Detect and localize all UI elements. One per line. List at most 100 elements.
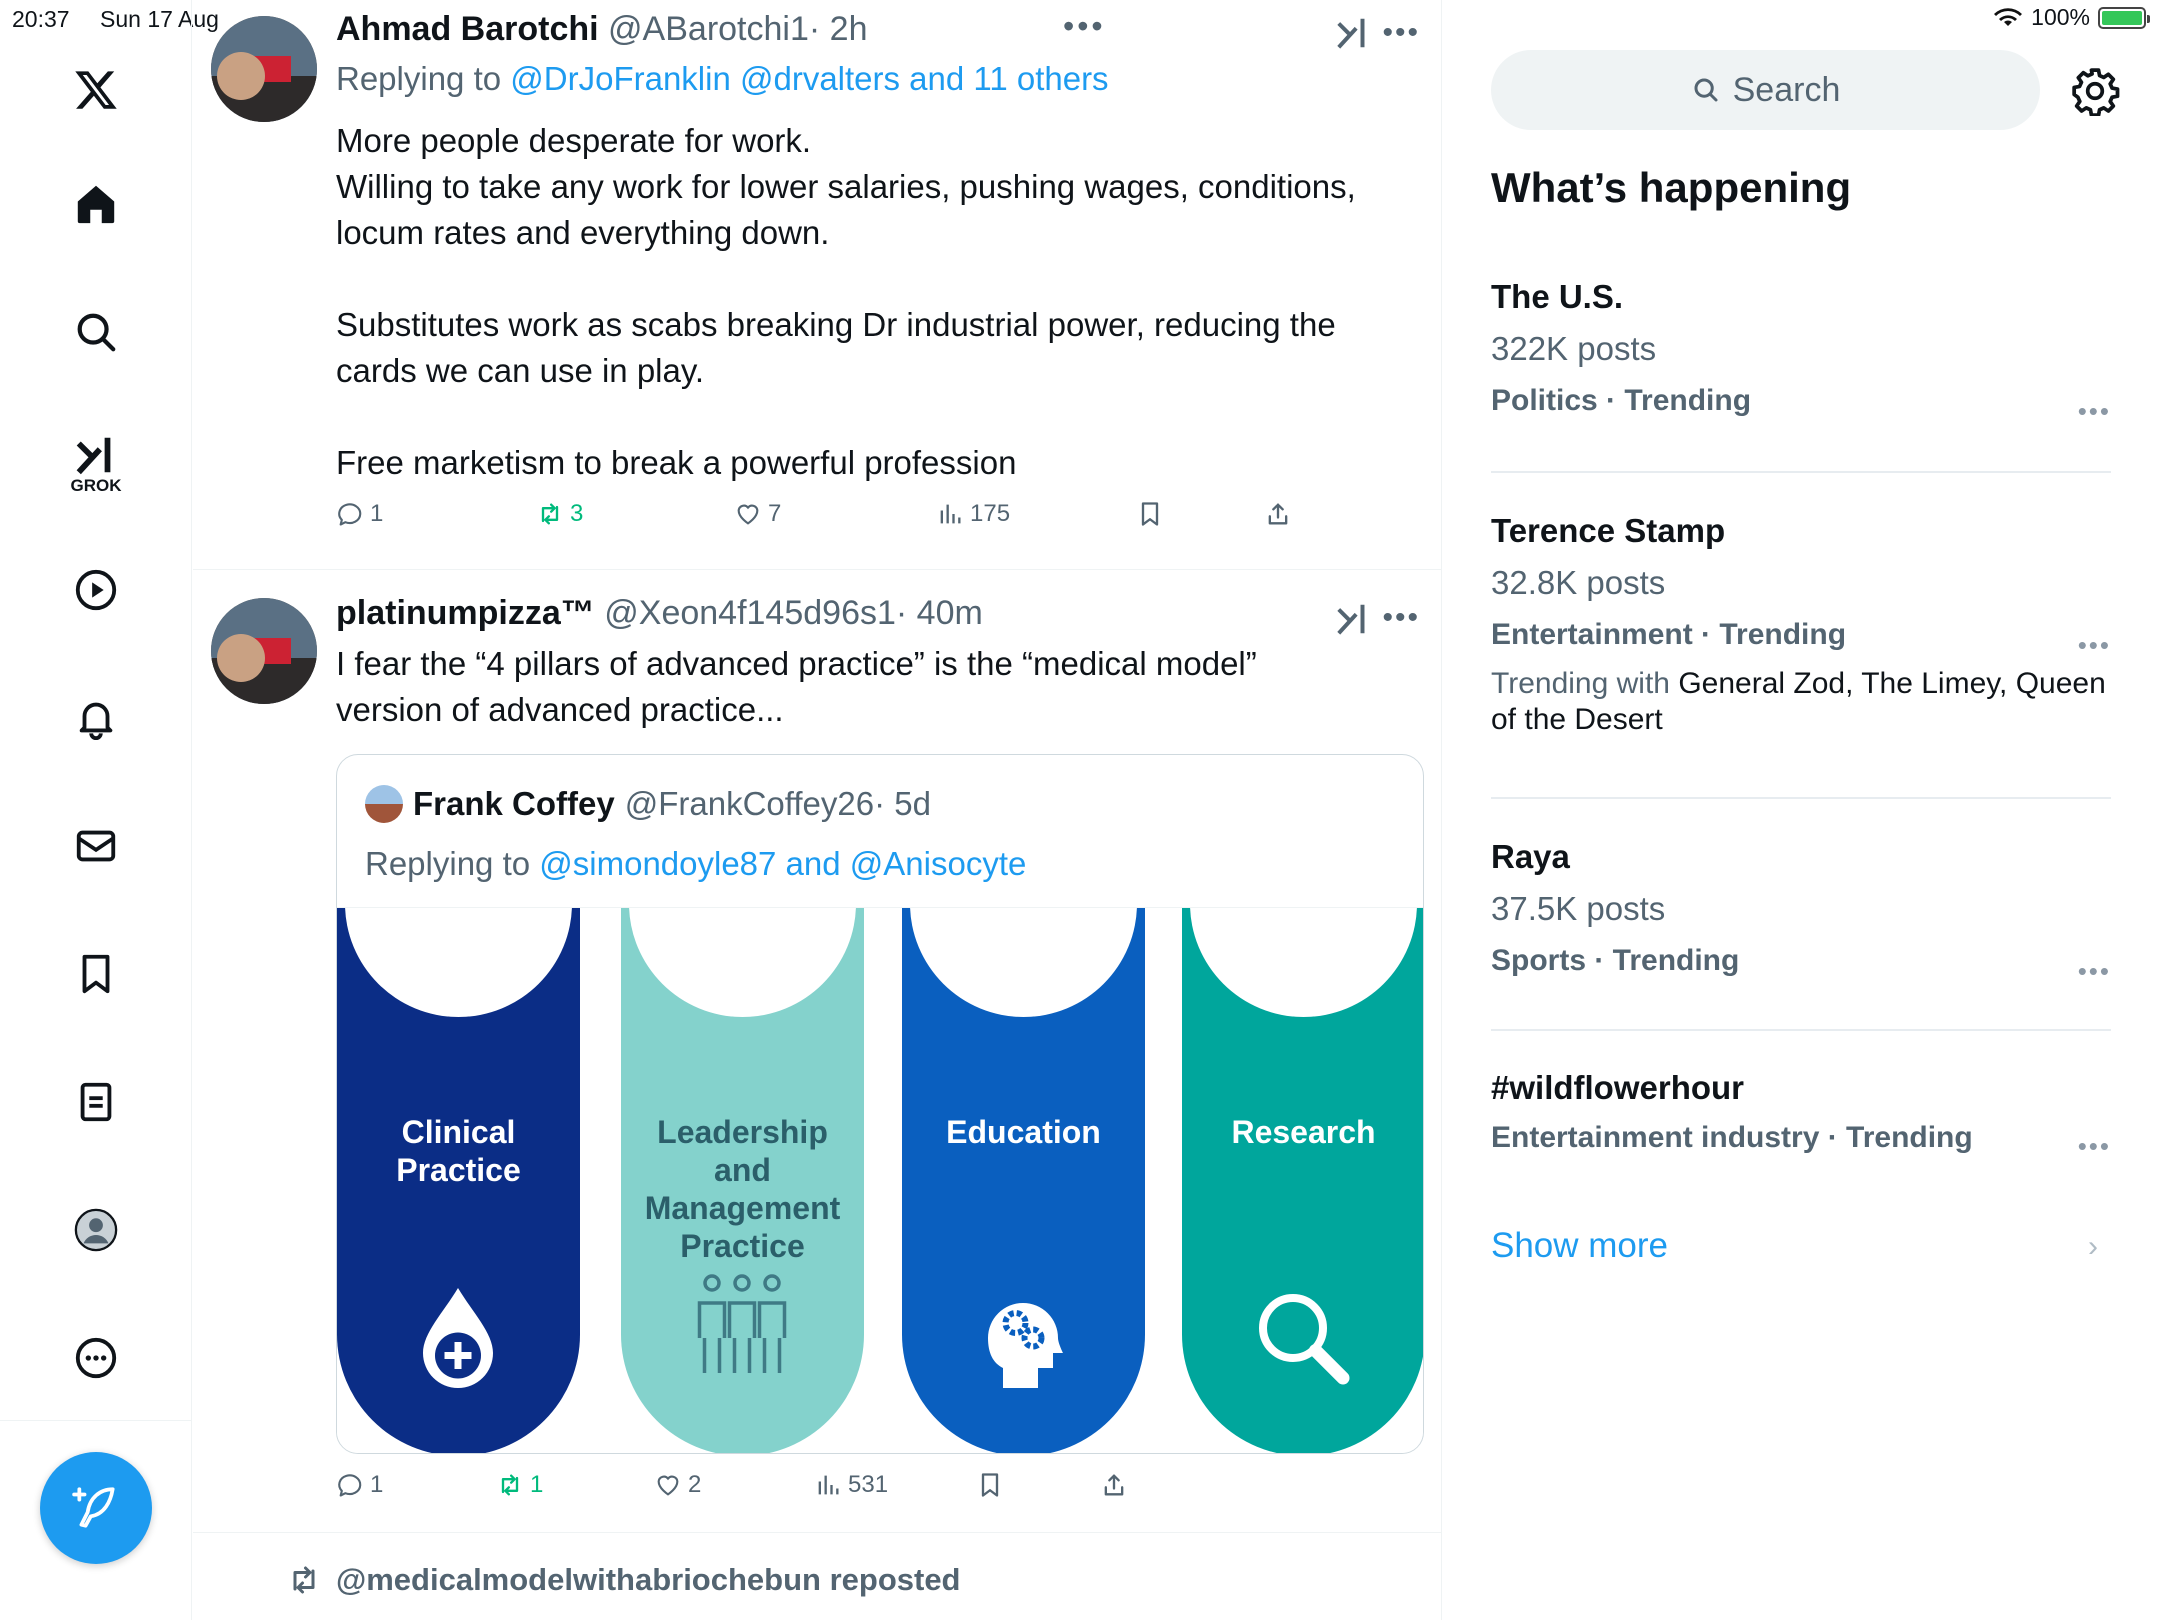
reply-count: 1 bbox=[370, 500, 384, 527]
chevron-right-icon: › bbox=[2088, 1230, 2098, 1263]
repost-button[interactable]: 3 bbox=[536, 500, 583, 528]
explore-search-icon[interactable] bbox=[66, 302, 126, 362]
tweet-more-icon[interactable]: ••• bbox=[1382, 601, 1420, 635]
trend-more-icon[interactable]: ••• bbox=[2078, 396, 2111, 427]
trend-more-icon[interactable]: ••• bbox=[2078, 630, 2111, 661]
tweet-text: More people desperate for work. Willing … bbox=[336, 118, 1396, 486]
pillar-leadership: Leadership and Management Practice bbox=[621, 908, 864, 1453]
profile-avatar-icon[interactable] bbox=[66, 1200, 126, 1260]
views-button[interactable]: 175 bbox=[936, 500, 1010, 528]
pillar-label: Education bbox=[946, 1114, 1101, 1150]
like-button[interactable]: 2 bbox=[654, 1471, 701, 1499]
trend-count: 37.5K posts bbox=[1491, 890, 1666, 927]
reply-button[interactable]: 1 bbox=[336, 500, 383, 528]
trend-more-icon[interactable]: ••• bbox=[2078, 956, 2111, 987]
bookmarks-icon[interactable] bbox=[66, 944, 126, 1004]
search-icon bbox=[1694, 78, 1718, 102]
tweet-line: I fear the “4 pillars of advanced practi… bbox=[336, 645, 1257, 682]
bookmark-button[interactable] bbox=[1136, 500, 1164, 528]
trend-item[interactable]: Raya 37.5K posts Sports · Trending ••• bbox=[1491, 838, 2111, 998]
tweet-time[interactable]: · 40m bbox=[896, 594, 983, 632]
share-button[interactable] bbox=[1264, 500, 1292, 528]
share-button[interactable] bbox=[1100, 1471, 1128, 1499]
bookmark-button[interactable] bbox=[976, 1471, 1004, 1499]
tweet-paragraph: More people desperate for work. bbox=[336, 122, 812, 159]
quoted-tweet[interactable]: Frank Coffey @FrankCoffey26· 5d Replying… bbox=[336, 754, 1424, 1454]
tweet-text: I fear the “4 pillars of advanced practi… bbox=[336, 641, 1396, 733]
views-count: 175 bbox=[970, 500, 1011, 527]
video-icon[interactable] bbox=[66, 560, 126, 620]
replying-prefix: Replying to bbox=[365, 845, 540, 882]
notifications-bell-icon[interactable] bbox=[66, 688, 126, 748]
repost-context-text: @medicalmodelwithabriochebun reposted bbox=[336, 1562, 961, 1597]
replying-to: Replying to @DrJoFranklin @drvalters and… bbox=[336, 60, 1109, 98]
x-logo-icon[interactable] bbox=[66, 60, 126, 120]
tweet-actions: 1 3 7 175 bbox=[336, 500, 1416, 540]
replying-prefix: Replying to bbox=[336, 60, 511, 97]
tweet-time[interactable]: · 2h bbox=[809, 10, 868, 48]
trend-title: #wildflowerhour bbox=[1491, 1069, 1745, 1106]
status-indicators: 100% bbox=[1993, 4, 2150, 31]
repost-icon bbox=[293, 1566, 315, 1594]
views-count: 531 bbox=[848, 1471, 889, 1498]
quote-author-name: Frank Coffey bbox=[413, 785, 615, 822]
author-avatar[interactable] bbox=[211, 16, 317, 122]
grok-nav[interactable]: GROK bbox=[66, 424, 126, 504]
search-input[interactable]: Search bbox=[1491, 50, 2040, 130]
trend-title: Raya bbox=[1491, 838, 1570, 875]
nav-divider bbox=[0, 1420, 192, 1421]
repost-icon bbox=[501, 1474, 519, 1496]
trend-category: Entertainment industry · Trending bbox=[1491, 1121, 1973, 1154]
author-name[interactable]: platinumpizza™ bbox=[336, 594, 595, 632]
tweet[interactable]: ••• Ahmad Barotchi @ABarotchi1· 2h ••• R… bbox=[193, 0, 1441, 570]
tweet-header: platinumpizza™ @Xeon4f145d96s1· 40m bbox=[336, 594, 983, 633]
drop-plus-icon bbox=[423, 1288, 493, 1388]
author-name[interactable]: Ahmad Barotchi bbox=[336, 10, 599, 48]
more-options-icon[interactable] bbox=[66, 1328, 126, 1388]
grok-icon bbox=[76, 437, 111, 475]
like-count: 2 bbox=[688, 1471, 702, 1498]
replying-to-links[interactable]: @DrJoFranklin @drvalters and 11 others bbox=[510, 60, 1108, 97]
trend-category: Entertainment · Trending bbox=[1491, 618, 1847, 651]
author-handle[interactable]: @ABarotchi1 bbox=[608, 10, 809, 48]
whats-happening-heading: What’s happening bbox=[1491, 164, 1852, 211]
grok-explain-icon[interactable] bbox=[1334, 600, 1372, 638]
show-more-link[interactable]: Show more bbox=[1491, 1226, 1668, 1266]
trend-title: Terence Stamp bbox=[1491, 512, 1726, 549]
trend-item[interactable]: #wildflowerhour Entertainment industry ·… bbox=[1491, 1069, 2111, 1179]
views-button[interactable]: 531 bbox=[814, 1471, 888, 1499]
heart-icon bbox=[657, 1475, 679, 1496]
bookmark-icon bbox=[1141, 502, 1159, 526]
tweet-paragraph: Free marketism to break a powerful profe… bbox=[336, 444, 1017, 481]
lists-icon[interactable] bbox=[66, 1072, 126, 1132]
compose-post-button[interactable] bbox=[40, 1452, 152, 1564]
wifi-icon bbox=[1994, 7, 2023, 26]
grok-explain-icon[interactable] bbox=[1334, 14, 1372, 52]
trend-count: 32.8K posts bbox=[1491, 564, 1666, 601]
tweet-paragraph: Substitutes work as scabs breaking Dr in… bbox=[336, 306, 1336, 389]
messages-envelope-icon[interactable] bbox=[66, 816, 126, 876]
tweet[interactable]: platinumpizza™ @Xeon4f145d96s1· 40m ••• … bbox=[193, 571, 1441, 1533]
author-handle[interactable]: @Xeon4f145d96s1 bbox=[604, 594, 896, 632]
trend-item[interactable]: The U.S. 322K posts Politics · Trending … bbox=[1491, 278, 2111, 438]
author-avatar[interactable] bbox=[211, 598, 317, 704]
compose-feather-icon bbox=[72, 1487, 115, 1528]
trend-divider bbox=[1491, 797, 2111, 799]
trend-divider bbox=[1491, 1029, 2111, 1031]
repost-count: 1 bbox=[530, 1471, 544, 1498]
reply-button[interactable]: 1 bbox=[336, 1471, 383, 1499]
quote-image[interactable]: Clinical Practice Leadership and Management… bbox=[337, 907, 1423, 1453]
tweet-header: Ahmad Barotchi @ABarotchi1· 2h bbox=[336, 10, 867, 49]
settings-gear-icon[interactable] bbox=[2070, 66, 2120, 116]
home-icon[interactable] bbox=[66, 174, 126, 234]
quote-replying-links[interactable]: @simondoyle87 and @Anisocyte bbox=[539, 845, 1026, 882]
quote-author-avatar bbox=[365, 785, 403, 823]
like-button[interactable]: 7 bbox=[734, 500, 781, 528]
repost-context[interactable]: @medicalmodelwithabriochebun reposted bbox=[286, 1562, 961, 1598]
trend-item[interactable]: Terence Stamp 32.8K posts Entertainment … bbox=[1491, 512, 2111, 752]
trend-more-icon[interactable]: ••• bbox=[2078, 1131, 2111, 1162]
pillar-label: Leadership and Management Practice bbox=[644, 1114, 841, 1264]
pillar-clinical: Clinical Practice bbox=[337, 908, 580, 1453]
tweet-more-icon[interactable]: ••• bbox=[1382, 16, 1420, 50]
repost-button[interactable]: 1 bbox=[496, 1471, 543, 1499]
